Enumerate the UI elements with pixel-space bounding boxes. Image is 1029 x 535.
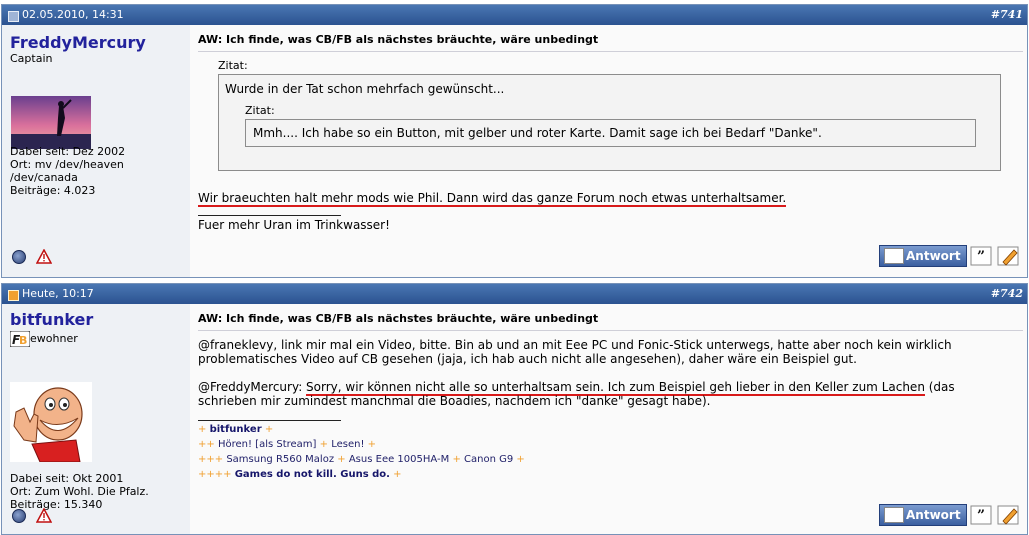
svg-text:”: ” xyxy=(977,508,985,524)
multiquote-button-icon[interactable] xyxy=(997,245,1021,267)
post-742: Heute, 10:17 #742 bitfunker F B ewohner … xyxy=(1,283,1028,535)
user-location-cont: /dev/canada xyxy=(10,171,78,184)
user-joined: Dabei seit: Okt 2001 xyxy=(10,472,124,485)
quote-button-icon[interactable]: ” xyxy=(970,245,994,267)
signature: Fuer mehr Uran im Trinkwasser! xyxy=(198,218,390,232)
post-buttons: Antwort ” xyxy=(879,504,1021,526)
signature: + bitfunker + ++ Hören! [als Stream] + L… xyxy=(198,424,525,480)
username-link[interactable]: bitfunker xyxy=(10,310,93,329)
post-title: AW: Ich finde, was CB/FB als nächstes br… xyxy=(198,33,599,46)
post-body: AW: Ich finde, was CB/FB als nächstes br… xyxy=(190,304,1027,534)
post-date: Heute, 10:17 xyxy=(22,287,94,300)
user-sidebar: FreddyMercury Captain Dabei seit: Dez 20… xyxy=(2,25,190,277)
user-joined: Dabei seit: Dez 2002 xyxy=(10,145,126,158)
title-separator xyxy=(198,51,1023,52)
user-info: Dabei seit: Okt 2001 Ort: Zum Wohl. Die … xyxy=(10,472,149,511)
quote-button-icon[interactable]: ” xyxy=(970,504,994,526)
report-icon[interactable] xyxy=(35,508,52,523)
post-header: Heute, 10:17 #742 xyxy=(2,284,1027,304)
post-number-link[interactable]: #741 xyxy=(991,5,1023,25)
svg-text:”: ” xyxy=(977,249,985,265)
svg-text:B: B xyxy=(19,334,27,347)
sig-stream-link[interactable]: [als Stream] xyxy=(255,439,316,450)
mention: @FreddyMercury: xyxy=(198,380,307,394)
multiquote-button-icon[interactable] xyxy=(997,504,1021,526)
paragraph-2-suffix: (das xyxy=(924,380,955,394)
sig-read-link[interactable]: Lesen! xyxy=(331,439,364,450)
nested-quote-label: Zitat: xyxy=(245,104,275,117)
reply-label: Antwort xyxy=(906,249,961,263)
sig-listen-link[interactable]: Hören! xyxy=(218,439,252,450)
user-title: Captain xyxy=(10,52,53,65)
fb-rank-icon: F B xyxy=(9,330,31,348)
report-icon[interactable] xyxy=(35,249,52,264)
user-title: F B ewohner xyxy=(9,330,78,348)
signature-separator xyxy=(198,420,341,421)
user-action-icons xyxy=(12,508,52,523)
user-title-text: ewohner xyxy=(30,332,78,345)
sig-device-1[interactable]: Samsung R560 Maloz xyxy=(226,454,334,465)
username-link[interactable]: FreddyMercury xyxy=(10,33,146,52)
sig-device-2[interactable]: Asus Eee 1005HA-M xyxy=(349,454,449,465)
post-title: AW: Ich finde, was CB/FB als nächstes br… xyxy=(198,312,599,325)
user-post-count: Beiträge: 4.023 xyxy=(10,184,96,197)
avatar[interactable] xyxy=(11,96,91,149)
sig-device-3[interactable]: Canon G9 xyxy=(464,454,513,465)
user-sidebar: bitfunker F B ewohner Dabei seit: Okt 20… xyxy=(2,304,190,534)
sig-motto: Games do not kill. Guns do. xyxy=(234,469,390,480)
post-date: 02.05.2010, 14:31 xyxy=(22,8,124,21)
paragraph-1-line-1: @franeklevy, link mir mal ein Video, bit… xyxy=(198,338,952,352)
quote-box: Wurde in der Tat schon mehrfach gewünsch… xyxy=(218,74,1001,171)
avatar[interactable] xyxy=(10,382,92,462)
reply-pen-icon xyxy=(884,248,904,264)
post-header: 02.05.2010, 14:31 #741 xyxy=(2,5,1027,25)
paragraph-1-line-2: problematisches Video auf CB gesehen (ja… xyxy=(198,352,857,366)
reply-pen-icon xyxy=(884,507,904,523)
offline-status-icon xyxy=(12,508,26,523)
user-location: Ort: Zum Wohl. Die Pfalz. xyxy=(10,485,149,498)
post-status-icon xyxy=(8,290,19,301)
post-741: 02.05.2010, 14:31 #741 FreddyMercury Cap… xyxy=(1,4,1028,278)
nested-quote-box: Mmh.... Ich habe so ein Button, mit gelb… xyxy=(245,119,976,147)
reply-label: Antwort xyxy=(906,508,961,522)
paragraph-2-line-2: schrieben mir zumindest manchmal die Boa… xyxy=(198,394,711,408)
post-paragraph-2: @FreddyMercury: Sorry, wir können nicht … xyxy=(198,380,955,408)
post-number-link[interactable]: #742 xyxy=(991,284,1023,304)
sig-name[interactable]: bitfunker xyxy=(210,424,262,435)
post-body: AW: Ich finde, was CB/FB als nächstes br… xyxy=(190,25,1027,277)
offline-status-icon xyxy=(12,249,26,264)
reply-button[interactable]: Antwort xyxy=(879,504,967,526)
reply-button[interactable]: Antwort xyxy=(879,245,967,267)
user-location: Ort: mv /dev/heaven xyxy=(10,158,124,171)
quote-text: Wurde in der Tat schon mehrfach gewünsch… xyxy=(225,82,505,96)
post-paragraph-1: @franeklevy, link mir mal ein Video, bit… xyxy=(198,338,952,366)
user-info: Dabei seit: Dez 2002 Ort: mv /dev/heaven… xyxy=(10,145,125,197)
nested-quote-text: Mmh.... Ich habe so ein Button, mit gelb… xyxy=(253,126,822,140)
post-status-icon xyxy=(8,11,19,22)
user-action-icons xyxy=(12,249,52,264)
post-text-underlined: Wir braeuchten halt mehr mods wie Phil. … xyxy=(198,191,787,207)
post-buttons: Antwort ” xyxy=(879,245,1021,267)
title-separator xyxy=(198,330,1023,331)
post-text: Wir braeuchten halt mehr mods wie Phil. … xyxy=(198,191,787,207)
quote-label: Zitat: xyxy=(218,59,248,72)
signature-separator xyxy=(198,215,341,216)
